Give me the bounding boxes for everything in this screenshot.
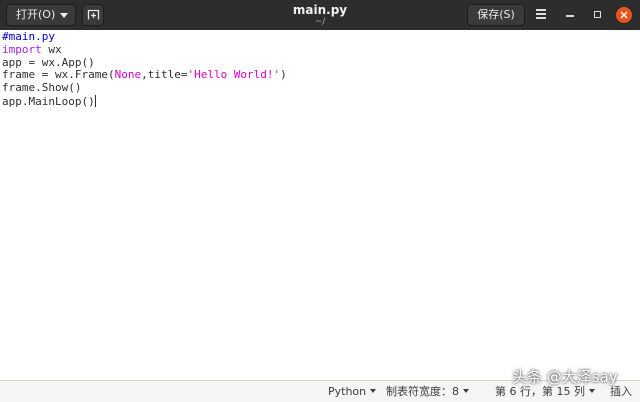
hamburger-menu-icon[interactable] [536, 9, 546, 21]
code-token: #main.py [2, 30, 55, 43]
new-tab-button[interactable] [82, 4, 104, 26]
file-path: ~/ [314, 17, 326, 27]
code-token: import [2, 42, 42, 56]
close-icon[interactable] [616, 7, 632, 23]
open-button[interactable]: 打开(O) [6, 4, 76, 26]
watermark: 头条 @大泽say [512, 368, 618, 386]
code-token: ,title= [141, 68, 188, 82]
language-label: Python [328, 385, 367, 398]
text-editor[interactable]: #main.py import wx app = wx.App() frame = w… [0, 30, 640, 380]
code-token: frame.Show() [2, 81, 82, 95]
cursor-position[interactable]: 第 6 行，第 15 列 [495, 385, 595, 399]
file-name: main.py [292, 3, 348, 17]
code-line: frame.Show() [2, 81, 287, 95]
chevron-down-icon [60, 13, 68, 18]
code-token: app = wx.App() [2, 55, 95, 69]
maximize-icon[interactable] [590, 7, 606, 23]
code-token: 'Hello World!' [187, 68, 281, 82]
code-token: ) [280, 68, 287, 82]
open-label: 打开(O) [16, 8, 56, 21]
code-token: None [114, 68, 142, 82]
code-token: wx [41, 42, 62, 56]
tab-width-selector[interactable]: 制表符宽度：8 [386, 385, 469, 399]
chevron-down-icon [588, 389, 595, 393]
new-document-icon [87, 9, 100, 20]
code-token: frame = wx.Frame( [2, 68, 115, 82]
minimize-icon[interactable] [562, 7, 578, 23]
window-title: main.py ~/ [250, 3, 390, 27]
insert-mode-indicator: 插入 [610, 385, 632, 399]
code-line: app.MainLoop() [2, 94, 287, 108]
close-x-glyph [620, 11, 628, 19]
save-button[interactable]: 保存(S) [467, 4, 525, 26]
save-label: 保存(S) [477, 8, 515, 21]
code-area[interactable]: #main.py import wx app = wx.App() frame = w… [2, 30, 287, 108]
chevron-down-icon [463, 389, 469, 393]
language-selector[interactable]: Python [328, 385, 377, 399]
code-token: app.MainLoop() [2, 94, 95, 108]
chevron-down-icon [370, 389, 377, 393]
tab-width-label: 制表符宽度：8 [386, 385, 459, 398]
header-bar: 打开(O) main.py ~/ 保存(S) [0, 0, 640, 30]
text-cursor [94, 94, 96, 107]
